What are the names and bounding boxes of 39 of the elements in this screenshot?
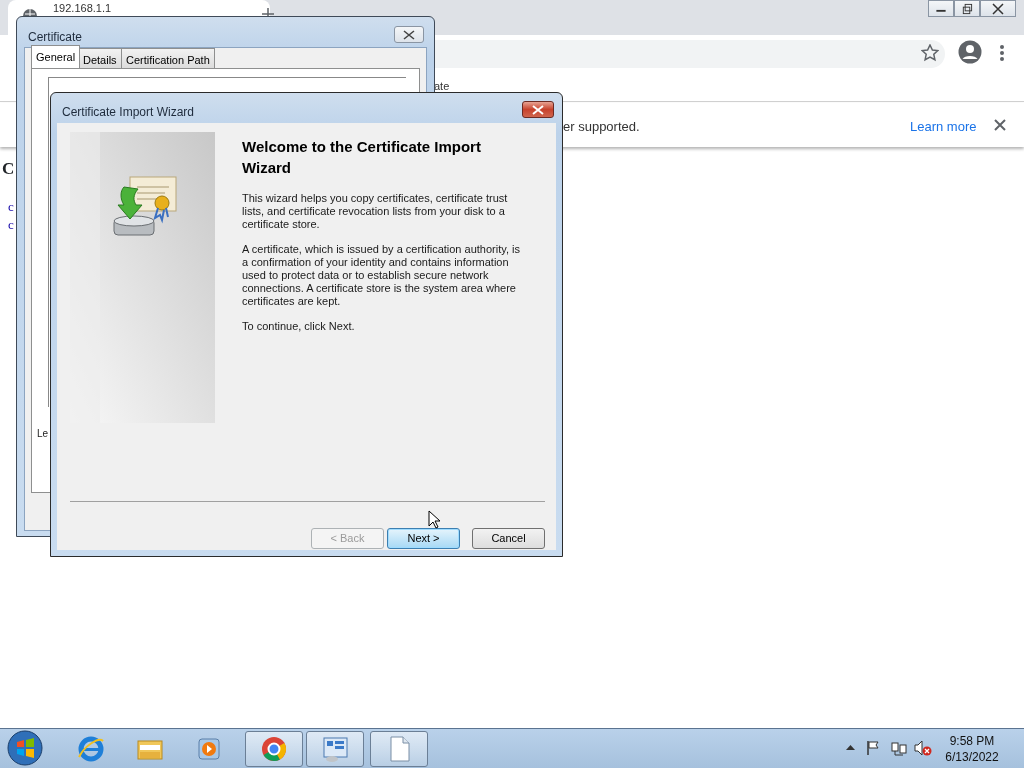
bookmark-label[interactable]: ate <box>434 78 450 95</box>
cursor-icon <box>428 510 440 529</box>
learn-more-link[interactable]: Learn more <box>910 117 977 137</box>
close-icon[interactable] <box>402 29 416 40</box>
window-title: Certificate Import Wizard <box>62 104 195 121</box>
wizard-button[interactable]: Cancel <box>472 528 545 549</box>
play-icon <box>195 735 223 763</box>
paragraph: A certificate, which is issued by a certification authority, is a confirmation of your identity and contains information used to protect data or to establish secure network connections. A certificate store is the system area where certificates are kept. <box>242 243 521 308</box>
network-icon[interactable] <box>891 740 907 756</box>
tab[interactable]: Details <box>78 48 122 68</box>
info-message: er supported. <box>563 118 640 136</box>
page-link[interactable]: c <box>8 215 14 235</box>
taskbar-button[interactable] <box>245 731 303 767</box>
close-icon[interactable] <box>994 119 1006 131</box>
menu-icon[interactable] <box>999 44 1005 62</box>
taskbar-button[interactable] <box>370 731 428 767</box>
tab-title: 192.168.1.1 <box>53 1 112 15</box>
tab[interactable]: Certification Path <box>121 48 215 68</box>
page-heading: C <box>2 158 15 180</box>
star-icon[interactable] <box>921 44 939 62</box>
tab[interactable]: General <box>31 45 81 68</box>
wizard-button[interactable]: Next > <box>387 528 460 549</box>
taskbar-button[interactable] <box>306 731 364 767</box>
panel-text: Le <box>37 427 49 441</box>
wizard-heading: Welcome to the Certificate Import Wizard <box>242 137 482 178</box>
page-link[interactable]: c <box>8 197 14 217</box>
paragraph: This wizard helps you copy certificates, certificate trust lists, and certificate revocation lists from your disk to a certificate store. <box>242 192 509 231</box>
control-panel-icon <box>321 735 349 763</box>
show-hidden-icons[interactable] <box>846 744 855 750</box>
account-icon[interactable] <box>958 40 982 64</box>
flag-icon[interactable] <box>866 740 880 755</box>
paragraph: To continue, click Next. <box>242 320 356 333</box>
window-title: Certificate <box>28 29 83 46</box>
chrome-icon <box>260 735 288 763</box>
start-button[interactable] <box>7 730 43 766</box>
clock-date[interactable]: 6/13/2022 <box>940 749 1004 765</box>
muted-speaker-icon[interactable] <box>914 740 932 756</box>
browser-icon <box>77 735 105 763</box>
clock-time[interactable]: 9:58 PM <box>940 733 1004 749</box>
